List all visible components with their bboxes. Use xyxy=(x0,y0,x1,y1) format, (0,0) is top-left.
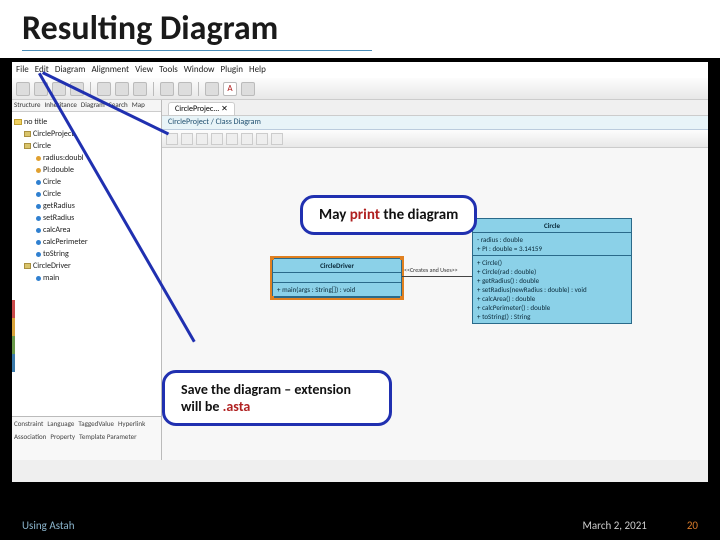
slide-title: Resulting Diagram xyxy=(22,8,278,49)
method-icon xyxy=(36,276,41,281)
breadcrumb: CircleProject / Class Diagram xyxy=(162,116,708,130)
tree-project[interactable]: CircleProject xyxy=(14,128,159,140)
color-icon[interactable] xyxy=(241,82,255,96)
tab-association[interactable]: Association xyxy=(14,432,46,441)
menu-plugin[interactable]: Plugin xyxy=(220,64,242,76)
tab-taggedvalue[interactable]: TaggedValue xyxy=(78,419,114,428)
method-icon xyxy=(36,252,41,257)
font-icon[interactable]: A xyxy=(223,82,237,96)
tab-map[interactable]: Map xyxy=(132,100,145,111)
new-icon[interactable] xyxy=(16,82,30,96)
property-panel: Constraint Language TaggedValue Hyperlin… xyxy=(12,416,161,460)
resize-handle[interactable] xyxy=(400,296,404,300)
tab-language[interactable]: Language xyxy=(47,419,74,428)
method-icon xyxy=(36,180,41,185)
uml-class-driver[interactable]: CircleDriver + main(args : String[]) : v… xyxy=(272,258,402,298)
attr-icon xyxy=(36,168,41,173)
redo-icon[interactable] xyxy=(178,82,192,96)
copy-icon[interactable] xyxy=(115,82,129,96)
doc-tab-chip[interactable]: CircleProjec... ✕ xyxy=(168,102,235,115)
uml-class-circle[interactable]: Circle - radius : double + PI : double =… xyxy=(472,218,632,324)
tree-method[interactable]: Circle xyxy=(14,188,159,200)
menu-tools[interactable]: Tools xyxy=(159,64,178,76)
uml-attrs xyxy=(273,273,401,283)
resize-handle[interactable] xyxy=(400,256,404,260)
tab-template[interactable]: Template Parameter xyxy=(79,432,136,441)
tool-assoc-icon[interactable] xyxy=(196,133,208,145)
structure-tabs: Structure Inheritance Diagram Search Map xyxy=(12,100,161,112)
tree-method[interactable]: calcArea xyxy=(14,224,159,236)
menu-window[interactable]: Window xyxy=(184,64,215,76)
paste-icon[interactable] xyxy=(133,82,147,96)
uml-ops: + main(args : String[]) : void xyxy=(273,283,401,297)
tab-structure[interactable]: Structure xyxy=(14,100,41,111)
attr-icon xyxy=(36,156,41,161)
class-icon xyxy=(24,263,31,269)
uml-attrs: - radius : double + PI : double = 3.1415… xyxy=(473,233,631,256)
tree-method[interactable]: getRadius xyxy=(14,200,159,212)
zoom-icon[interactable] xyxy=(205,82,219,96)
tree-attr[interactable]: PI:double xyxy=(14,164,159,176)
toolbar-sep xyxy=(198,82,199,96)
tab-property[interactable]: Property xyxy=(50,432,75,441)
resize-handle[interactable] xyxy=(270,256,274,260)
menu-alignment[interactable]: Alignment xyxy=(91,64,129,76)
callout-print: May print the diagram xyxy=(300,195,477,235)
menu-diagram[interactable]: Diagram xyxy=(55,64,86,76)
menu-view[interactable]: View xyxy=(135,64,153,76)
decorative-stripe xyxy=(12,300,15,372)
method-icon xyxy=(36,216,41,221)
menubar: File Edit Diagram Alignment View Tools W… xyxy=(12,62,708,78)
tool-more-icon[interactable] xyxy=(271,133,283,145)
cut-icon[interactable] xyxy=(97,82,111,96)
resize-handle[interactable] xyxy=(270,296,274,300)
main-toolbar: A xyxy=(12,78,708,100)
package-icon xyxy=(14,119,22,125)
menu-help[interactable]: Help xyxy=(249,64,266,76)
tree-class-circle[interactable]: Circle xyxy=(14,140,159,152)
method-icon xyxy=(36,204,41,209)
title-accent-line xyxy=(22,50,372,51)
footer-page-number: 20 xyxy=(687,519,698,532)
tree-method[interactable]: main xyxy=(14,272,159,284)
class-icon xyxy=(24,143,31,149)
uml-class-name: CircleDriver xyxy=(273,259,401,273)
tool-shape-icon[interactable] xyxy=(241,133,253,145)
tree-method[interactable]: setRadius xyxy=(14,212,159,224)
canvas-toolbar xyxy=(162,130,708,148)
footer-date: March 2, 2021 xyxy=(582,519,646,532)
uml-class-name: Circle xyxy=(473,219,631,233)
uml-ops: + Circle() + Circle(rad : double) + getR… xyxy=(473,256,631,323)
tool-class-icon[interactable] xyxy=(181,133,193,145)
tree-method[interactable]: Circle xyxy=(14,176,159,188)
menu-file[interactable]: File xyxy=(16,64,29,76)
method-icon xyxy=(36,192,41,197)
association-label: <<Creates and Uses>> xyxy=(404,266,458,274)
tree-class-driver[interactable]: CircleDriver xyxy=(14,260,159,272)
tool-note-icon[interactable] xyxy=(211,133,223,145)
tool-line-icon[interactable] xyxy=(256,133,268,145)
method-icon xyxy=(36,240,41,245)
footer-left: Using Astah xyxy=(22,519,74,532)
tab-hyperlink[interactable]: Hyperlink xyxy=(118,419,145,428)
method-icon xyxy=(36,228,41,233)
tool-text-icon[interactable] xyxy=(226,133,238,145)
undo-icon[interactable] xyxy=(160,82,174,96)
association-line[interactable] xyxy=(402,276,472,277)
tab-constraint[interactable]: Constraint xyxy=(14,419,43,428)
tree-method[interactable]: toString xyxy=(14,248,159,260)
slide-footer: Using Astah March 2, 2021 20 xyxy=(22,519,698,532)
callout-save: Save the diagram – extension will be .as… xyxy=(162,370,392,426)
document-tabs: CircleProjec... ✕ xyxy=(162,100,708,116)
diagram-icon xyxy=(24,131,31,137)
close-tab-icon[interactable]: ✕ xyxy=(221,104,228,114)
toolbar-sep xyxy=(153,82,154,96)
